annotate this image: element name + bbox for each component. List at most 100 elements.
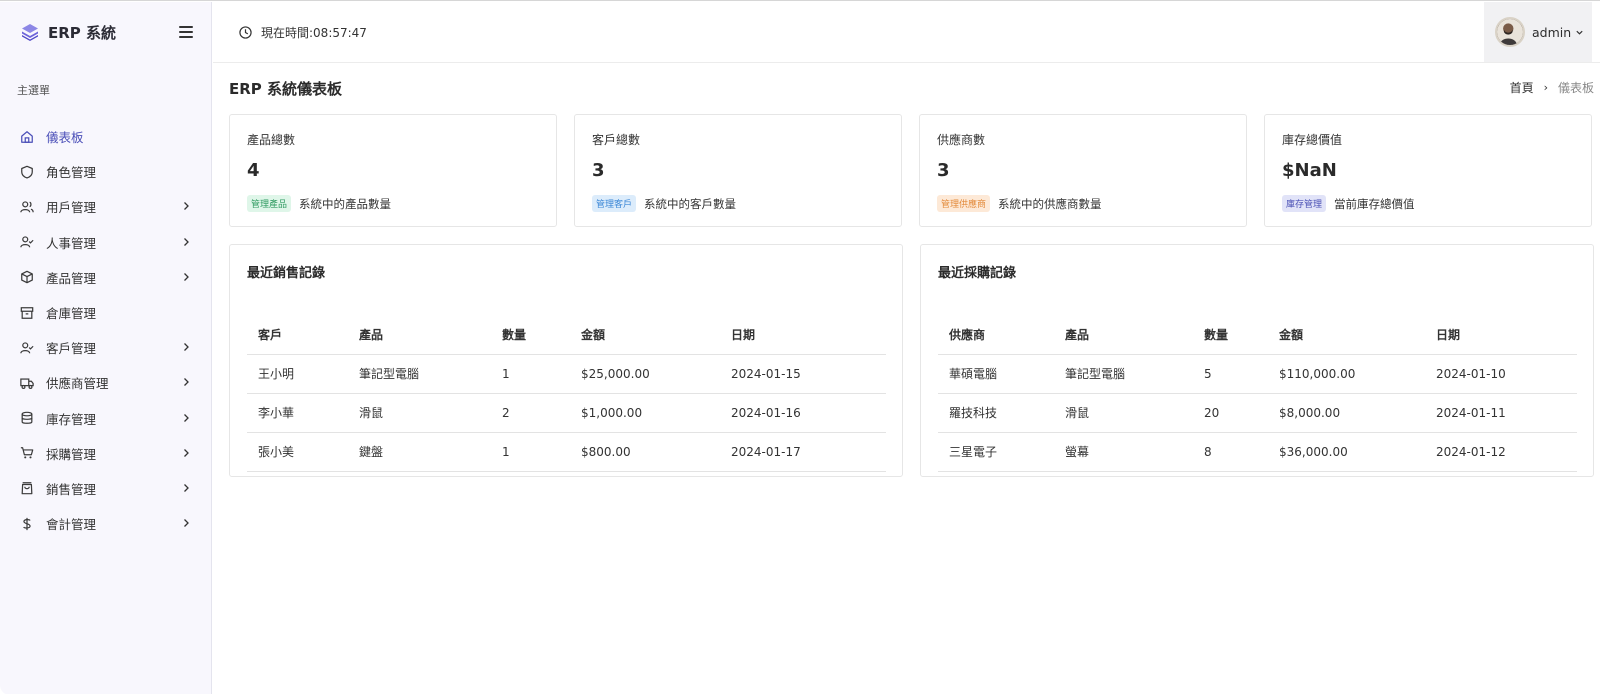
package-icon: [20, 270, 34, 284]
chevron-right-icon: [181, 481, 191, 496]
stat-card: 庫存總價值 $NaN 庫存管理 當前庫存總價值: [1264, 114, 1592, 227]
cart-icon: [20, 446, 34, 460]
stat-label: 產品總數: [247, 133, 296, 147]
sidebar-item-5[interactable]: 倉庫管理: [0, 295, 211, 330]
stat-badge-link[interactable]: 管理客戶: [592, 195, 637, 212]
chevron-right-icon: [181, 516, 191, 531]
table-cell: 李小華: [247, 393, 348, 433]
sidebar-item-label: 會計管理: [46, 517, 97, 533]
avatar: [1495, 17, 1525, 47]
sales-table: 客戶 產品 數量 金額 日期 王小明 筆記型電腦 1 $25,000.00 2024-01-15…: [247, 315, 886, 472]
sidebar-item-label: 產品管理: [46, 270, 97, 286]
database-icon: [20, 411, 34, 425]
sidebar-menu: 儀表板角色管理用戶管理 人事管理產品管理倉庫管理客戶管理供應商管理庫存管理採購管理…: [0, 111, 211, 541]
stat-badge-link[interactable]: 管理產品: [247, 195, 292, 212]
table-cell: $36,000.00: [1268, 432, 1425, 472]
table-row: 李小華 滑鼠 2 $1,000.00 2024-01-16: [247, 393, 886, 433]
chevron-down-icon: [1576, 30, 1583, 35]
stat-description: 當前庫存總價值: [1334, 196, 1415, 211]
table-cell: 滑鼠: [1054, 393, 1193, 433]
stats-row: 產品總數 4 管理產品 系統中的產品數量 客戶總數 3 管理客戶 系統中的客戶數量 供應商數 3 管…: [229, 114, 1600, 227]
sidebar-item-1[interactable]: 角色管理: [0, 154, 211, 189]
sidebar-item-4[interactable]: 產品管理: [0, 260, 211, 295]
table-row: 張小美 鍵盤 1 $800.00 2024-01-17: [247, 432, 886, 472]
sidebar-item-label: 客戶管理: [46, 341, 97, 357]
table-cell: $800.00: [570, 432, 720, 472]
stat-value: 4: [247, 160, 260, 181]
sidebar-item-0[interactable]: 儀表板: [0, 119, 211, 154]
table-cell: 筆記型電腦: [1054, 354, 1193, 394]
sidebar-item-6[interactable]: 客戶管理: [0, 330, 211, 365]
breadcrumb-home-link[interactable]: 首頁: [1510, 79, 1534, 96]
user-name: admin: [1532, 24, 1572, 40]
stat-footer: 管理客戶 系統中的客戶數量: [592, 195, 884, 212]
sidebar-item-label: 庫存管理: [46, 411, 97, 427]
column-header: 產品: [1054, 315, 1193, 355]
stat-description: 系統中的產品數量: [299, 196, 392, 211]
archive-icon: [20, 306, 34, 320]
table-cell: 2024-01-12: [1425, 432, 1577, 472]
table-cell: 2024-01-10: [1425, 354, 1577, 394]
breadcrumb-current: 儀表板: [1557, 81, 1594, 95]
breadcrumb-separator-icon: ›: [1543, 81, 1548, 94]
table-cell: 1: [491, 354, 570, 394]
stat-footer: 管理產品 系統中的產品數量: [247, 195, 539, 212]
clock-text: 現在時間:08:57:47: [261, 25, 367, 40]
table-cell: 螢幕: [1054, 432, 1193, 472]
table-cell: 2024-01-11: [1425, 393, 1577, 433]
avatar-photo-icon: [1497, 19, 1523, 45]
table-cell: 5: [1193, 354, 1268, 394]
sidebar-item-7[interactable]: 供應商管理: [0, 365, 211, 400]
stat-badge-link[interactable]: 庫存管理: [1282, 195, 1327, 212]
stat-footer: 管理供應商 系統中的供應商數量: [937, 195, 1229, 212]
purchases-header-row: 供應商 產品 數量 金額 日期: [938, 315, 1577, 355]
tables-row: 最近銷售記錄 客戶 產品 數量 金額 日期 王小明 筆記型電腦 1 $25,000.00 202…: [229, 244, 1600, 477]
table-row: 三星電子 螢幕 8 $36,000.00 2024-01-12: [938, 432, 1577, 472]
sidebar-item-label: 倉庫管理: [46, 306, 97, 322]
sidebar-item-2[interactable]: 用戶管理: [0, 189, 211, 224]
stat-value: 3: [937, 160, 950, 181]
table-cell: 8: [1193, 432, 1268, 472]
sidebar-item-3[interactable]: 人事管理: [0, 225, 211, 260]
table-cell: $110,000.00: [1268, 354, 1425, 394]
column-header: 供應商: [938, 315, 1054, 355]
chevron-right-icon: [181, 199, 191, 214]
column-header: 日期: [720, 315, 886, 355]
app-frame: ERP 系統 主選單 儀表板 角色管理 用戶管理 人事管理 產品管理 倉庫管理 客戶管理 供應…: [0, 0, 1600, 694]
table-cell: 鍵盤: [348, 432, 491, 472]
chevron-right-icon: [181, 411, 191, 426]
sidebar-item-11[interactable]: 會計管理: [0, 506, 211, 541]
sidebar-item-label: 儀表板: [46, 130, 84, 146]
stat-badge-link[interactable]: 管理供應商: [937, 195, 991, 212]
truck-icon: [20, 376, 34, 390]
table-cell: 筆記型電腦: [348, 354, 491, 394]
users-icon: [20, 200, 34, 214]
app-title: ERP 系統: [48, 23, 117, 42]
menu-section-label: 主選單: [17, 84, 50, 97]
sidebar-item-label: 採購管理: [46, 446, 97, 462]
shield-icon: [20, 165, 34, 179]
sidebar-item-10[interactable]: 銷售管理: [0, 471, 211, 506]
sidebar-item-label: 角色管理: [46, 165, 97, 181]
column-header: 數量: [491, 315, 570, 355]
table-cell: $25,000.00: [570, 354, 720, 394]
column-header: 金額: [1268, 315, 1425, 355]
sidebar-item-8[interactable]: 庫存管理: [0, 401, 211, 436]
column-header: 金額: [570, 315, 720, 355]
sidebar-item-label: 銷售管理: [46, 481, 97, 497]
sidebar-item-9[interactable]: 採購管理: [0, 436, 211, 471]
chevron-right-icon: [181, 270, 191, 285]
home-icon: [20, 130, 34, 144]
stat-value: $NaN: [1282, 160, 1337, 181]
table-row: 羅技科技 滑鼠 20 $8,000.00 2024-01-11: [938, 393, 1577, 433]
purchases-table: 供應商 產品 數量 金額 日期 華碩電腦 筆記型電腦 5 $110,000.00 2024-01…: [938, 315, 1577, 472]
table-cell: 2: [491, 393, 570, 433]
menu-toggle-icon[interactable]: [177, 23, 195, 41]
user-menu[interactable]: admin: [1484, 2, 1592, 62]
user-check-icon: [20, 235, 34, 249]
table-row: 華碩電腦 筆記型電腦 5 $110,000.00 2024-01-10: [938, 354, 1577, 394]
table-row: 王小明 筆記型電腦 1 $25,000.00 2024-01-15: [247, 354, 886, 394]
stat-value: 3: [592, 160, 605, 181]
stat-card: 供應商數 3 管理供應商 系統中的供應商數量: [919, 114, 1247, 227]
stat-description: 系統中的客戶數量: [644, 196, 737, 211]
